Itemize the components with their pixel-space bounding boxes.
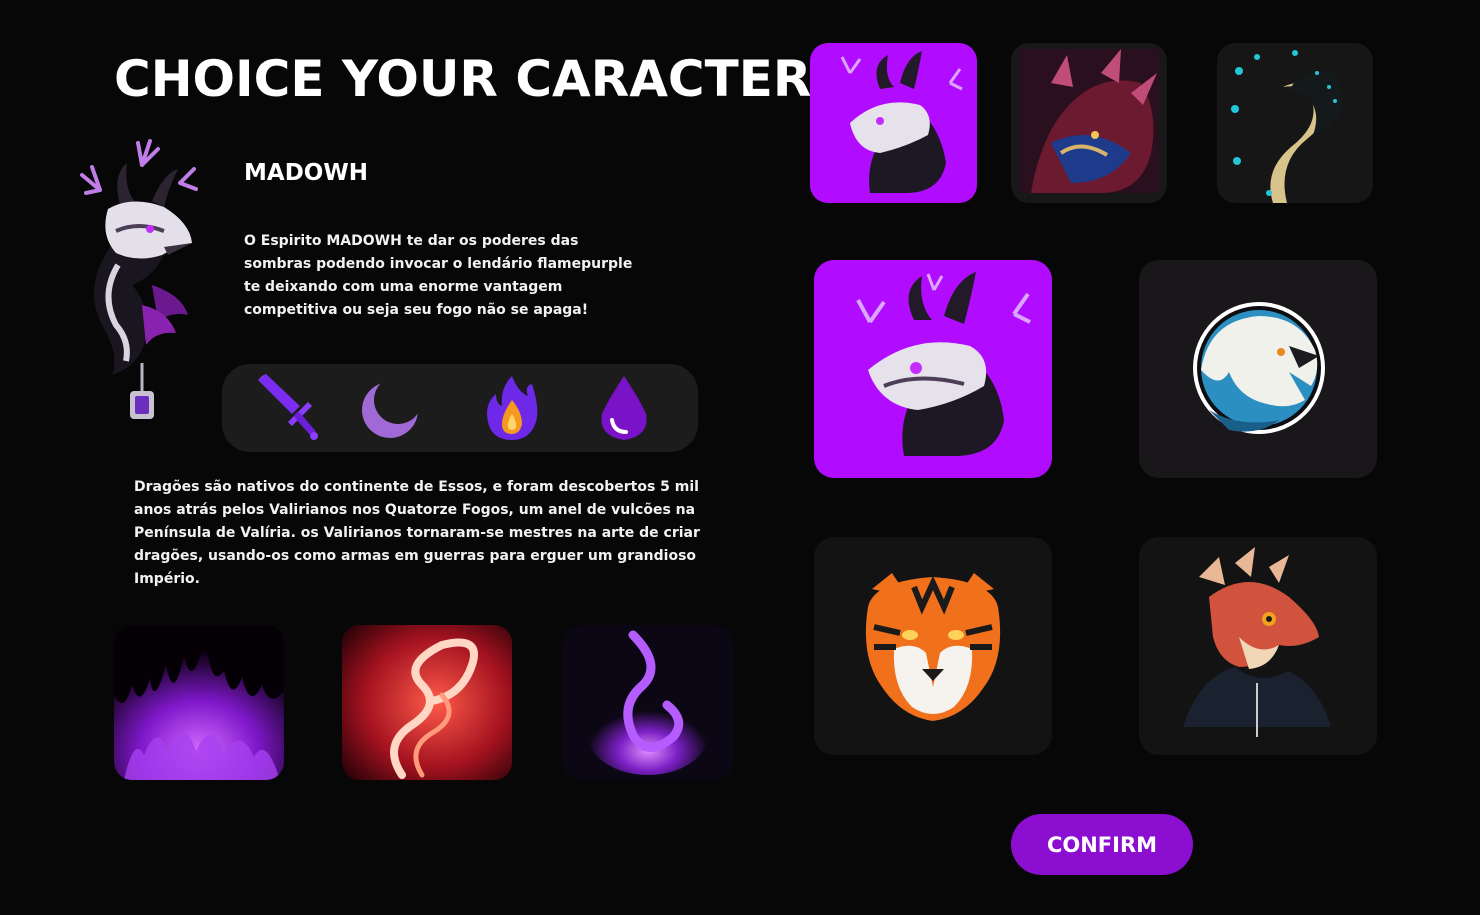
red-flame-swirl-image[interactable] bbox=[342, 625, 512, 780]
character-card-madowh[interactable] bbox=[814, 260, 1052, 478]
character-thumb-crimson-dragon[interactable] bbox=[1011, 43, 1167, 203]
character-portrait bbox=[72, 135, 212, 425]
character-description: O Espirito MADOWH te dar os poderes das … bbox=[244, 233, 633, 318]
flame-icon[interactable] bbox=[476, 372, 548, 444]
sword-icon[interactable] bbox=[250, 372, 322, 444]
purple-fire-image[interactable] bbox=[114, 625, 284, 780]
page-title: CHOICE YOUR CARACTER bbox=[114, 50, 812, 108]
ability-bar bbox=[222, 364, 698, 452]
character-card-red-dragon[interactable] bbox=[1139, 537, 1377, 755]
confirm-button[interactable]: CONFIRM bbox=[1011, 814, 1193, 875]
violet-flame-image[interactable] bbox=[563, 625, 733, 780]
character-thumb-peacock-dragon[interactable] bbox=[1217, 43, 1373, 203]
character-thumb-madowh[interactable] bbox=[810, 43, 977, 203]
character-card-tiger[interactable] bbox=[814, 537, 1052, 755]
lore-text: Dragões são nativos do continente de Ess… bbox=[134, 479, 700, 587]
water-drop-icon[interactable] bbox=[588, 372, 660, 444]
character-card-eagle[interactable] bbox=[1139, 260, 1377, 478]
character-name: MADOWH bbox=[244, 160, 368, 186]
crescent-moon-icon[interactable] bbox=[354, 372, 426, 444]
